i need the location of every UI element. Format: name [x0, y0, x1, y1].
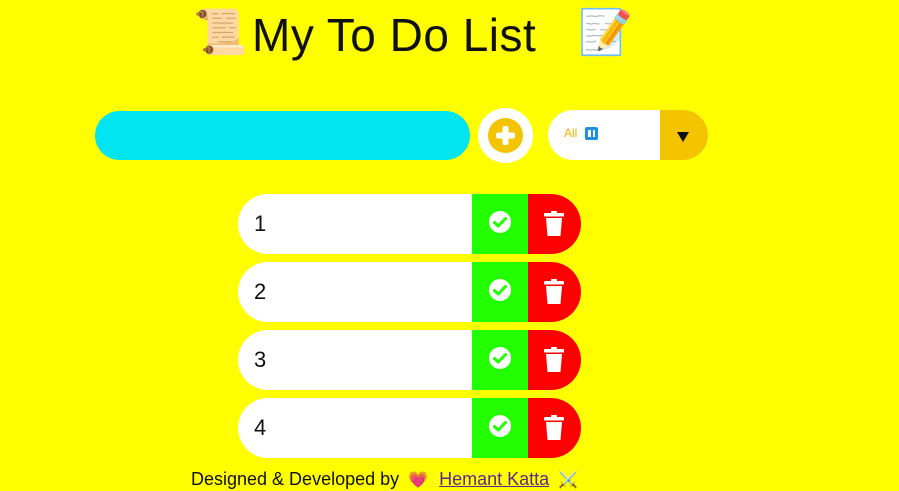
filter-selected-value: All — [564, 126, 578, 140]
memo-icon: 📝 — [578, 7, 633, 58]
todo-item: 4 — [238, 398, 581, 458]
page-title: My To Do List — [252, 9, 537, 61]
todo-text: 4 — [254, 415, 267, 440]
todo-list: 1 2 3 4 — [238, 194, 581, 466]
todo-item: 2 — [238, 262, 581, 322]
footer-credit-text: Designed & Developed by — [191, 469, 400, 489]
todo-input[interactable] — [95, 111, 470, 160]
complete-button[interactable] — [472, 194, 528, 254]
check-circle-icon — [489, 211, 511, 233]
filter-icon — [585, 127, 598, 140]
plus-circle-icon — [488, 118, 523, 153]
trash-icon — [544, 347, 564, 372]
filter-select[interactable]: All — [548, 110, 708, 160]
todo-item: 3 — [238, 330, 581, 390]
delete-button[interactable] — [528, 330, 581, 390]
author-link[interactable]: Hemant Katta — [439, 469, 549, 489]
delete-button[interactable] — [528, 398, 581, 458]
delete-button[interactable] — [528, 262, 581, 322]
sword-icon: ⚔️ — [558, 472, 579, 489]
todo-text: 3 — [254, 347, 267, 372]
check-circle-icon — [489, 347, 511, 369]
heart-icon: 💗 — [408, 472, 429, 489]
header: 📜 My To Do List 📝 — [0, 5, 899, 65]
footer: Designed & Developed by 💗 Hemant Katta ⚔… — [191, 469, 578, 490]
todo-item: 1 — [238, 194, 581, 254]
trash-icon — [544, 415, 564, 440]
delete-button[interactable] — [528, 194, 581, 254]
add-todo-button[interactable] — [478, 108, 533, 163]
todo-text: 1 — [254, 211, 267, 236]
chevron-down-icon — [677, 132, 689, 142]
filter-dropdown-button[interactable] — [660, 110, 708, 160]
check-circle-icon — [489, 415, 511, 437]
check-circle-icon — [489, 279, 511, 301]
trash-icon — [544, 211, 564, 236]
scroll-icon: 📜 — [193, 7, 248, 58]
trash-icon — [544, 279, 564, 304]
complete-button[interactable] — [472, 398, 528, 458]
todo-text: 2 — [254, 279, 267, 304]
complete-button[interactable] — [472, 330, 528, 390]
complete-button[interactable] — [472, 262, 528, 322]
